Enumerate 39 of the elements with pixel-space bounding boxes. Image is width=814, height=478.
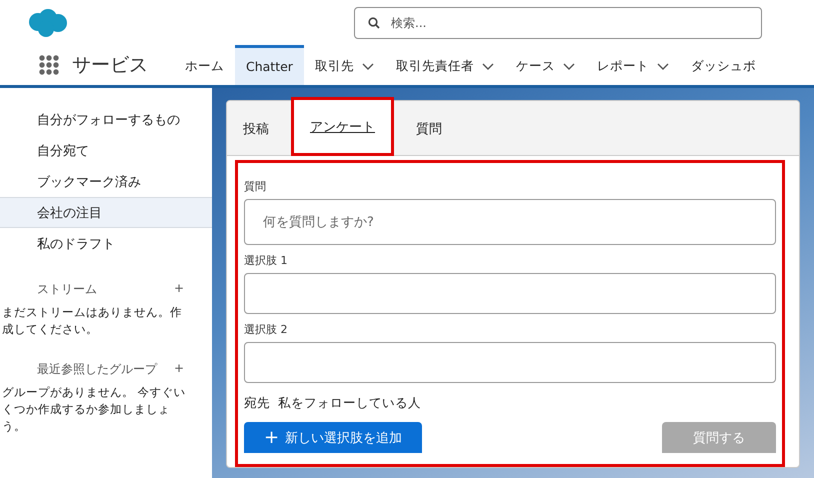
add-choice-button[interactable]: + 新しい選択肢を追加	[244, 422, 422, 453]
field-label: 選択肢 2	[244, 322, 288, 337]
cloud-logo	[26, 8, 68, 38]
input-field[interactable]: 何を質問しますか?	[244, 199, 776, 245]
field-label: 選択肢 1	[244, 253, 288, 268]
sidebar-item[interactable]: 私のドラフト	[0, 228, 212, 259]
add-button[interactable]: +	[174, 281, 184, 298]
publisher-tab[interactable]: 投稿	[243, 101, 269, 156]
sidebar-item[interactable]: 自分宛て	[0, 135, 212, 166]
nav-tab[interactable]: レポート	[586, 45, 680, 85]
input-field[interactable]	[244, 342, 776, 383]
publisher-tab[interactable]: アンケート	[291, 97, 394, 156]
sidebar-item[interactable]: ブックマーク済み	[0, 166, 212, 197]
nav-tab[interactable]: ホーム	[174, 45, 235, 85]
empty-message: まだストリームはありません。作成してください。	[1, 304, 183, 338]
chevron-down-icon[interactable]	[656, 62, 669, 70]
nav-tab[interactable]: 取引先責任者	[384, 45, 505, 85]
field-label: 質問	[244, 179, 267, 194]
app-name: サービス	[72, 53, 148, 78]
chevron-down-icon[interactable]	[482, 62, 494, 70]
nav-tab[interactable]: ダッシュボ	[680, 45, 767, 85]
publisher-tab[interactable]: 質問	[416, 101, 442, 156]
nav-tab[interactable]: 取引先	[304, 45, 385, 85]
chevron-down-icon[interactable]	[362, 62, 374, 70]
nav-tab[interactable]: Chatter	[235, 45, 304, 85]
empty-message: グループがありません。 今すぐいくつか作成するか参加しましょう。	[1, 384, 187, 435]
search-icon	[368, 16, 380, 28]
input-field[interactable]	[244, 273, 776, 314]
audience-value: 私をフォローしている人	[278, 395, 421, 412]
sidebar-item[interactable]: 自分がフォローするもの	[0, 104, 212, 135]
chevron-down-icon[interactable]	[562, 62, 575, 70]
section-title: 最近参照したグループ	[37, 360, 157, 378]
search-field[interactable]: 検索...	[354, 6, 762, 38]
add-button[interactable]: +	[174, 360, 184, 378]
nav-tab[interactable]: ケース	[504, 45, 586, 85]
sidebar-item[interactable]: 会社の注目	[0, 197, 212, 228]
audience-label: 宛先	[244, 395, 270, 412]
app-launcher-icon[interactable]	[38, 54, 60, 76]
section-title: ストリーム	[37, 281, 97, 298]
